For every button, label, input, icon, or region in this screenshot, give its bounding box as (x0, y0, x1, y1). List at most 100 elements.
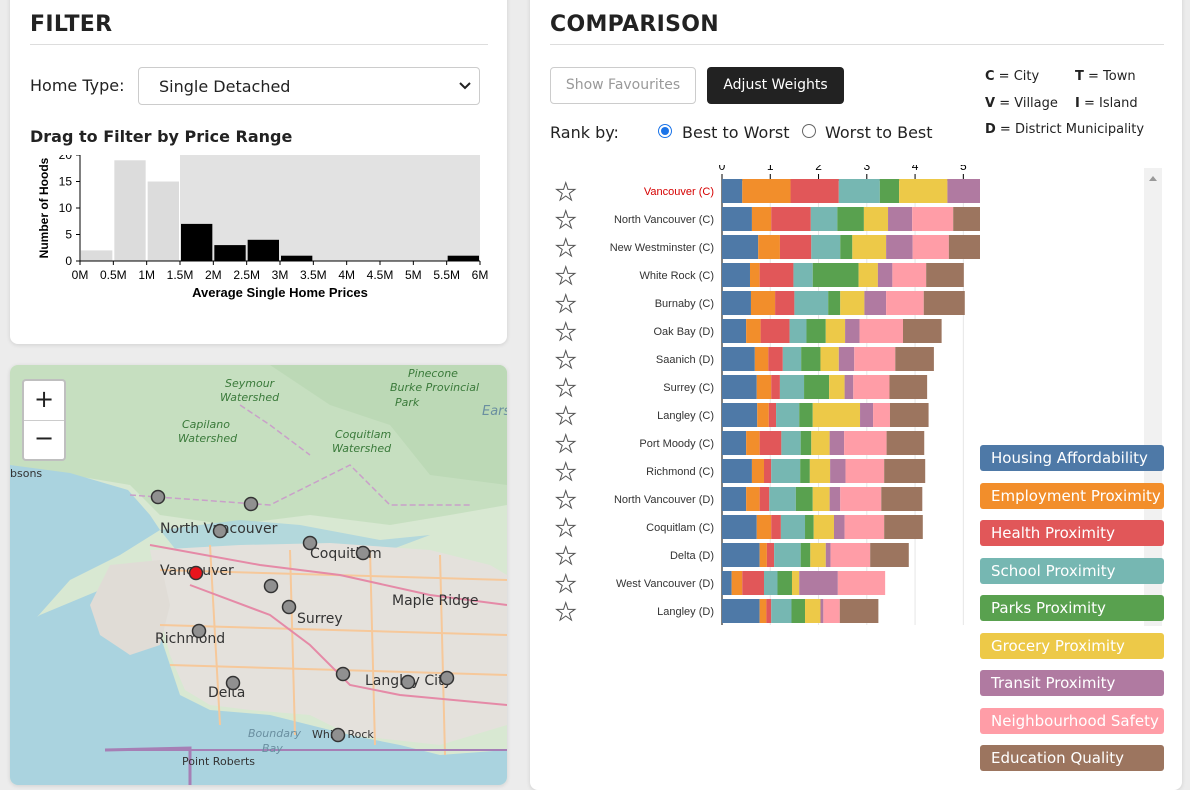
stack-segment (722, 235, 759, 259)
row-label: Langley (C) (657, 410, 714, 422)
row-label: Coquitlam (C) (646, 522, 714, 534)
x-tick-label: 5M (405, 268, 422, 282)
stack-segment (757, 403, 769, 427)
favourite-star-icon: ★ (555, 402, 577, 430)
stack-segment (722, 179, 743, 203)
zoom-in-button[interactable]: + (26, 382, 62, 418)
map-label-surrey: Surrey (297, 611, 343, 627)
histogram-bar (447, 255, 479, 261)
stack-segment (840, 487, 882, 511)
stack-segment (722, 347, 755, 371)
x-tick-label: 2M (205, 268, 222, 282)
stack-segment (759, 431, 782, 455)
stack-segment (845, 319, 860, 343)
svg-text:Watershed: Watershed (220, 391, 280, 404)
home-type-select[interactable]: Single Detached (138, 67, 480, 105)
svg-text:Watershed: Watershed (178, 432, 238, 445)
stack-segment (794, 291, 829, 315)
x-tick-label: 2 (815, 165, 822, 173)
price-histogram[interactable]: 0 5 10 15 20 0M 0.5M 1M 1.5M 2M 2.5M 3M 3.5M 4M 4.5M 5M… (30, 155, 490, 315)
stack-segment (830, 459, 846, 483)
stack-segment (828, 291, 841, 315)
map-label-pinecone: Pinecone (408, 367, 458, 380)
legend-item: Education Quality (980, 745, 1164, 771)
stack-segment (926, 263, 964, 287)
stack-segment (759, 263, 794, 287)
filter-title: FILTER (30, 12, 113, 37)
stack-segment (806, 319, 826, 343)
stack-segment (844, 515, 885, 539)
zoom-out-button[interactable]: − (26, 421, 62, 457)
legend-item: Housing Affordability (980, 445, 1164, 471)
stack-segment (912, 235, 949, 259)
stack-segment (844, 375, 854, 399)
stack-segment (782, 347, 802, 371)
stack-segment (805, 599, 821, 623)
stack-segment (781, 431, 801, 455)
comparison-chart[interactable]: 01234567★Vancouver (C)★North Vancouver (… (550, 165, 980, 635)
svg-text:Watershed: Watershed (332, 442, 392, 455)
x-tick-label: 1M (138, 268, 155, 282)
stack-segment (879, 179, 900, 203)
histogram-bar (181, 223, 213, 261)
map-panel[interactable]: Seymour Watershed Capilano Watershed Pin… (10, 365, 507, 785)
stack-segment (768, 403, 777, 427)
x-tick-label: 3.5M (300, 268, 327, 282)
stack-segment (722, 375, 757, 399)
stack-segment (870, 543, 909, 567)
stack-segment (746, 319, 761, 343)
legend-item: Transit Proximity (980, 670, 1164, 696)
stack-segment (813, 515, 834, 539)
map-marker (439, 670, 455, 686)
histogram-bar (214, 245, 246, 261)
stack-segment (799, 403, 813, 427)
stack-segment (771, 599, 792, 623)
stack-segment (812, 403, 861, 427)
map-label-bsons: bsons (10, 467, 42, 480)
stack-segment (758, 235, 780, 259)
best-to-worst-radio[interactable] (658, 124, 672, 138)
stack-segment (811, 235, 841, 259)
favourite-star-icon: ★ (555, 262, 577, 290)
x-tick-label: 3 (863, 165, 870, 173)
home-type-value: Single Detached (159, 77, 291, 96)
stack-segment (763, 459, 772, 483)
y-axis-label: Number of Hoods (37, 157, 51, 258)
adjust-weights-button[interactable]: Adjust Weights (707, 67, 844, 104)
map-canvas[interactable]: Seymour Watershed Capilano Watershed Pin… (10, 365, 507, 785)
scroll-up-icon[interactable] (1148, 174, 1158, 182)
stack-segment (837, 571, 886, 595)
stack-segment (746, 487, 760, 511)
stack-segment (845, 459, 885, 483)
legend-item: Employment Proximity (980, 482, 1164, 509)
stack-segment (889, 403, 929, 427)
best-to-worst-label[interactable]: Best to Worst (682, 123, 790, 142)
stack-segment (779, 375, 805, 399)
stack-segment (884, 459, 926, 483)
y-tick-label: 5 (65, 228, 72, 242)
stack-segment (805, 515, 814, 539)
row-label: New Westminster (C) (610, 242, 714, 254)
map-marker (302, 535, 318, 551)
stack-segment (780, 515, 806, 539)
stack-segment (820, 599, 824, 623)
stack-segment (774, 543, 801, 567)
map-label-point-roberts: Point Roberts (182, 755, 255, 768)
comparison-divider (550, 44, 1164, 45)
favourite-star-icon: ★ (555, 318, 577, 346)
stack-segment (722, 403, 758, 427)
show-favourites-button[interactable]: Show Favourites (550, 67, 696, 104)
stack-segment (840, 235, 853, 259)
worst-to-best-label[interactable]: Worst to Best (825, 123, 933, 142)
stack-segment (791, 599, 806, 623)
stack-segment (829, 487, 841, 511)
y-tick-label: 20 (59, 155, 73, 162)
stack-segment (801, 347, 821, 371)
stack-segment (722, 571, 732, 595)
x-axis-label: Average Single Home Prices (192, 285, 368, 300)
stack-segment (776, 403, 800, 427)
map-label-capilano: Capilano (182, 418, 230, 431)
worst-to-best-radio[interactable] (802, 124, 816, 138)
stack-segment (859, 319, 903, 343)
stack-segment (777, 571, 792, 595)
